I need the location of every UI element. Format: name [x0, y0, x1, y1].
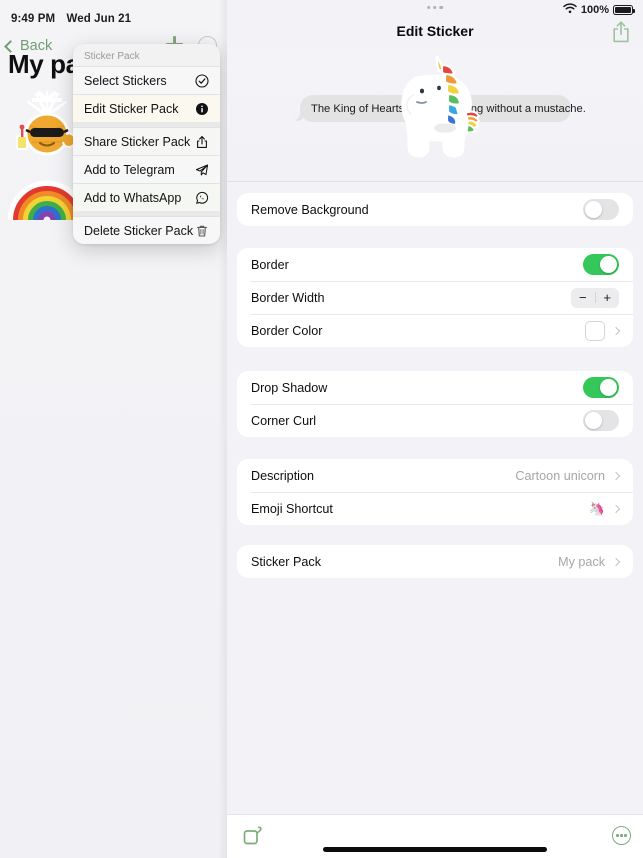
menu-item-label: Delete Sticker Pack — [84, 223, 194, 238]
corner-curl-toggle[interactable] — [583, 410, 619, 431]
edit-sticker-header: Edit Sticker — [227, 18, 643, 48]
sticker-pack-context-menu: Sticker Pack Select Stickers Edit Sticke… — [73, 44, 220, 244]
app-screen: 9:49 PM Wed Jun 21 Back My pack Sticker … — [0, 0, 643, 858]
row-border-color[interactable]: Border Color — [237, 314, 633, 347]
home-indicator — [323, 847, 547, 852]
sticker-preview-area: The King of Hearts is the only King with… — [227, 48, 643, 182]
row-value — [583, 410, 619, 431]
menu-item-label: Share Sticker Pack — [84, 134, 191, 149]
menu-item-delete-sticker-pack[interactable]: Delete Sticker Pack — [73, 216, 220, 244]
context-menu-header: Sticker Pack — [73, 44, 220, 66]
row-value: Cartoon unicorn — [515, 468, 621, 483]
row-label: Description — [251, 468, 314, 483]
chevron-right-icon — [611, 326, 621, 335]
chevron-right-icon — [611, 471, 621, 480]
telegram-icon — [194, 162, 209, 177]
menu-item-add-to-whatsapp[interactable]: Add to WhatsApp — [73, 183, 220, 211]
menu-item-edit-sticker-pack[interactable]: Edit Sticker Pack — [73, 94, 220, 122]
wifi-icon — [563, 3, 577, 17]
metadata-group: Description Cartoon unicorn Emoji Shortc… — [237, 459, 633, 525]
row-value: 🦄 — [588, 500, 621, 517]
pack-group: Sticker Pack My pack — [237, 545, 633, 578]
whatsapp-icon — [194, 190, 209, 205]
row-value: My pack — [558, 554, 621, 569]
row-label: Emoji Shortcut — [251, 501, 333, 516]
row-label: Remove Background — [251, 202, 369, 217]
share-icon — [194, 134, 209, 149]
menu-item-share-sticker-pack[interactable]: Share Sticker Pack — [73, 127, 220, 155]
status-bar-right: 100% — [563, 3, 635, 17]
trash-icon — [194, 223, 209, 238]
sticker-pack-value: My pack — [558, 554, 605, 569]
menu-item-select-stickers[interactable]: Select Stickers — [73, 66, 220, 94]
row-drop-shadow[interactable]: Drop Shadow — [237, 371, 633, 404]
chevron-right-icon — [611, 504, 621, 513]
row-label: Drop Shadow — [251, 380, 328, 395]
edit-sticker-title: Edit Sticker — [396, 23, 474, 39]
row-sticker-pack[interactable]: Sticker Pack My pack — [237, 545, 633, 578]
menu-item-label: Edit Sticker Pack — [84, 101, 179, 116]
menu-item-label: Select Stickers — [84, 73, 167, 88]
edit-sticker-panel: 100% Edit Sticker The King of Hearts is … — [227, 0, 643, 858]
row-value — [585, 320, 621, 341]
border-group: Border Border Width − + Border Color — [237, 248, 633, 347]
bottom-toolbar — [227, 814, 643, 858]
row-label: Border — [251, 257, 289, 272]
row-border[interactable]: Border — [237, 248, 633, 281]
emoji-shortcut-value: 🦄 — [588, 500, 605, 516]
row-label: Border Width — [251, 290, 325, 305]
row-emoji-shortcut[interactable]: Emoji Shortcut 🦄 — [237, 492, 633, 525]
row-label: Sticker Pack — [251, 554, 321, 569]
row-label: Border Color — [251, 323, 323, 338]
row-value — [583, 254, 619, 275]
share-icon[interactable] — [611, 20, 631, 44]
row-corner-curl[interactable]: Corner Curl — [237, 404, 633, 437]
drop-shadow-toggle[interactable] — [583, 377, 619, 398]
row-label: Corner Curl — [251, 413, 317, 428]
battery-full-icon — [613, 5, 635, 15]
add-sticker-icon[interactable] — [242, 825, 264, 847]
unicorn-sticker[interactable] — [393, 55, 481, 163]
remove-background-group: Remove Background — [237, 193, 633, 226]
stepper-plus-button[interactable]: + — [595, 291, 619, 304]
multitask-dots-icon[interactable] — [427, 6, 443, 10]
row-value — [583, 377, 619, 398]
remove-background-toggle[interactable] — [583, 199, 619, 220]
row-remove-background[interactable]: Remove Background — [237, 193, 633, 226]
menu-item-label: Add to Telegram — [84, 162, 175, 177]
effects-group: Drop Shadow Corner Curl — [237, 371, 633, 437]
row-description[interactable]: Description Cartoon unicorn — [237, 459, 633, 492]
row-value: − + — [571, 287, 619, 308]
check-circle-icon — [194, 73, 209, 88]
menu-item-label: Add to WhatsApp — [84, 190, 182, 205]
menu-item-add-to-telegram[interactable]: Add to Telegram — [73, 155, 220, 183]
description-value: Cartoon unicorn — [515, 468, 605, 483]
border-color-swatch[interactable] — [585, 320, 605, 341]
row-value — [583, 199, 619, 220]
border-toggle[interactable] — [583, 254, 619, 275]
battery-percent: 100% — [580, 4, 609, 16]
chevron-right-icon — [611, 557, 621, 566]
stepper-minus-button[interactable]: − — [571, 291, 595, 304]
ellipsis-circle-icon[interactable] — [612, 826, 631, 845]
sticker-pack-panel: 9:49 PM Wed Jun 21 Back My pack Sticker … — [0, 0, 227, 858]
border-width-stepper[interactable]: − + — [571, 287, 619, 308]
pineapple-sticker[interactable] — [14, 90, 80, 158]
info-circle-filled-icon — [194, 101, 209, 116]
row-border-width[interactable]: Border Width − + — [237, 281, 633, 314]
